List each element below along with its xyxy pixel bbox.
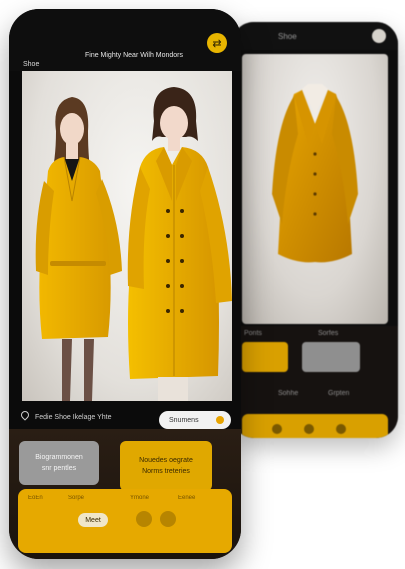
app-header — [9, 9, 241, 71]
option-card-grey-label: Biogrammonen snr pentles — [35, 454, 83, 472]
bar-label: Sorpe — [68, 495, 85, 501]
bar-label: Eenee — [178, 495, 196, 501]
size-chip-label: Meet — [85, 516, 101, 524]
back-option-tile[interactable] — [242, 342, 288, 372]
back-label: Sorfes — [318, 330, 339, 337]
dot-icon — [304, 424, 314, 434]
options-panel: Biogrammonen snr pentles Nouedes oegrate… — [9, 429, 241, 559]
front-phone: Shoe Fine Mighty Near Wilh Mondors ⇄ Fed… — [9, 9, 241, 559]
option-card-yellow[interactable]: Nouedes oegrate Norms treteries — [120, 441, 212, 491]
option-card-yellow-label: Nouedes oegrate Norms treteries — [139, 457, 193, 475]
bar-label: Ymone — [130, 495, 150, 501]
back-phone-title: Shoe — [278, 32, 297, 41]
swap-icon[interactable]: ⇄ — [207, 33, 227, 53]
back-phone-menu-button[interactable] — [372, 29, 386, 43]
page-title: Fine Mighty Near Wilh Mondors — [84, 52, 184, 59]
back-link[interactable]: Shoe — [23, 61, 39, 68]
back-phone-action-bar[interactable] — [242, 414, 388, 438]
back-label: Ponts — [244, 330, 262, 337]
circle-icon[interactable] — [160, 511, 176, 527]
circle-icon[interactable] — [136, 511, 152, 527]
coat-illustration — [272, 84, 358, 263]
location-row[interactable]: Fedie Shoe Ikelage Yhte — [19, 409, 112, 421]
filter-pill-label: Snumens — [169, 416, 199, 424]
back-option-tile[interactable] — [302, 342, 360, 372]
back-phone-header: Shoe — [232, 22, 398, 50]
option-card-grey[interactable]: Biogrammonen snr pentles — [19, 441, 99, 485]
status-dot-icon — [216, 416, 224, 424]
back-label: Sohhe — [278, 390, 299, 397]
single-coat-photo — [242, 54, 388, 324]
back-phone: Shoe Ponts Sorfes Sohhe Grpten — [232, 22, 398, 438]
bottom-action-bar[interactable]: EoEn Sorpe Ymone Eenee Meet — [18, 489, 232, 553]
filter-pill[interactable]: Snumens — [159, 411, 231, 429]
bar-label: EoEn — [28, 495, 43, 501]
back-label: Grpten — [328, 390, 350, 397]
dot-icon — [336, 424, 346, 434]
size-chip[interactable]: Meet — [78, 513, 108, 527]
dot-icon — [272, 424, 282, 434]
hero-image — [22, 71, 232, 401]
location-text: Fedie Shoe Ikelage Yhte — [34, 414, 112, 421]
location-pin-icon — [19, 409, 31, 421]
models-in-yellow-coats — [35, 87, 232, 401]
